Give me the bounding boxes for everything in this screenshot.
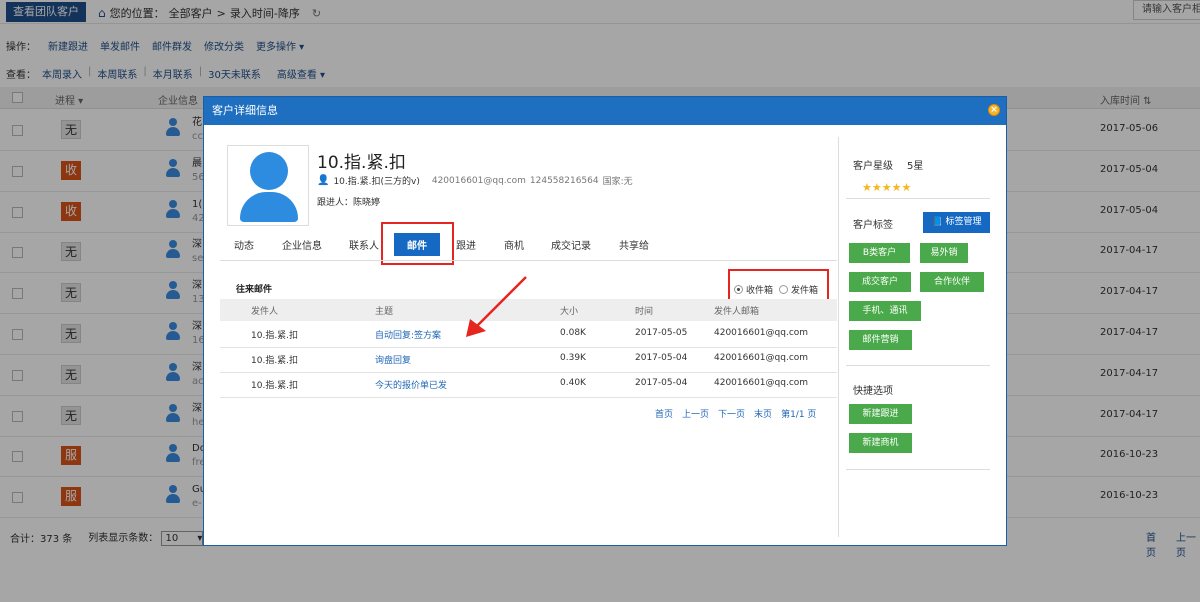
mail-time: 2017-05-04 xyxy=(635,378,688,388)
mail-size: 0.08K xyxy=(560,328,586,338)
inbox-label: 收件箱 xyxy=(746,286,774,296)
outbox-label: 发件箱 xyxy=(791,286,819,296)
side-divider-2 xyxy=(846,365,990,366)
mail-row[interactable]: 10.指.紧.扣 询盘回复 0.39K 2017-05-04 420016601@qq.… xyxy=(220,348,837,373)
tab-opportunity[interactable]: 商机 xyxy=(504,237,524,252)
tag-partner[interactable]: 合作伙伴 xyxy=(920,272,984,292)
tab-deals[interactable]: 成交记录 xyxy=(551,237,591,252)
mail-pager-first[interactable]: 首页 xyxy=(655,407,673,420)
contact-phone: 124558216564 xyxy=(529,175,599,186)
tag-manage-button[interactable]: 📘 标签管理 xyxy=(923,212,990,233)
outbox-radio[interactable]: 发件箱 xyxy=(779,283,818,296)
quick-new-followup-button[interactable]: 新建跟进 xyxy=(849,404,912,424)
mail-subject-link[interactable]: 自动回复:签方案 xyxy=(375,328,441,341)
mail-col-subject: 主题 xyxy=(375,307,394,317)
mail-col-from: 发件人邮箱 xyxy=(714,307,760,317)
modal-title: 客户详细信息 xyxy=(212,104,278,117)
mail-row[interactable]: 10.指.紧.扣 自动回复:签方案 0.08K 2017-05-05 420016601… xyxy=(220,323,837,348)
mail-subject-link[interactable]: 今天的报价单已发 xyxy=(375,378,447,391)
tag-mobile-telecom[interactable]: 手机、通讯 xyxy=(849,301,921,321)
mail-section-title: 往来邮件 xyxy=(236,285,273,295)
close-icon[interactable]: × xyxy=(988,104,1000,116)
quick-new-opportunity-button[interactable]: 新建商机 xyxy=(849,433,912,453)
radio-checked-icon xyxy=(734,285,743,294)
mail-pager-last[interactable]: 末页 xyxy=(754,407,772,420)
side-divider xyxy=(838,137,839,537)
mail-pager-prev[interactable]: 上一页 xyxy=(682,407,709,420)
mail-size: 0.40K xyxy=(560,378,586,388)
tab-contacts[interactable]: 联系人 xyxy=(349,237,379,252)
tab-activity[interactable]: 动态 xyxy=(234,237,254,252)
mail-pager: 首页 上一页 下一页 末页 第1/1 页 xyxy=(655,407,816,420)
mail-from: 420016601@qq.com xyxy=(714,378,809,388)
avatar xyxy=(227,145,309,226)
contact-name: 10.指.紧.扣(三方的v) xyxy=(333,177,420,187)
tab-company-info[interactable]: 企业信息 xyxy=(282,237,322,252)
contact-info: 👤 10.指.紧.扣(三方的v) 420016601@qq.com 124558… xyxy=(317,174,633,187)
tab-followup[interactable]: 跟进 xyxy=(456,237,476,252)
modal-title-bar: 客户详细信息 × xyxy=(204,97,1006,125)
mail-col-time: 时间 xyxy=(635,307,654,317)
tab-divider xyxy=(220,260,837,261)
customer-level-value: 5星 xyxy=(907,161,924,172)
mail-table-header: 发件人 主题 大小 时间 发件人邮箱 xyxy=(220,299,837,321)
owner-label: 跟进人：陈晓婷 xyxy=(317,198,381,208)
contact-email: 420016601@qq.com xyxy=(431,175,526,186)
tag-b-class[interactable]: B类客户 xyxy=(849,243,910,263)
mail-size: 0.39K xyxy=(560,353,586,363)
mail-from: 420016601@qq.com xyxy=(714,353,809,363)
mail-pager-next[interactable]: 下一页 xyxy=(718,407,745,420)
mail-from: 420016601@qq.com xyxy=(714,328,809,338)
mail-subject-link[interactable]: 询盘回复 xyxy=(375,353,411,366)
tag-mail-marketing[interactable]: 邮件营销 xyxy=(849,330,912,350)
tag-deal-customer[interactable]: 成交客户 xyxy=(849,272,911,292)
side-divider-1 xyxy=(846,198,990,199)
mail-row[interactable]: 10.指.紧.扣 今天的报价单已发 0.40K 2017-05-04 420016601… xyxy=(220,373,837,398)
customer-detail-modal: 客户详细信息 × 10.指.紧.扣 👤 10.指.紧.扣(三方的v) 42001… xyxy=(203,96,1007,546)
customer-tags-label: 客户标签 xyxy=(853,220,893,231)
mail-col-size: 大小 xyxy=(560,307,579,317)
user-icon: 👤 xyxy=(317,175,330,186)
detail-tabs: 动态 企业信息 联系人 邮件 跟进 商机 成交记录 共享给 xyxy=(204,230,829,258)
mail-col-sender: 发件人 xyxy=(251,307,279,317)
tab-share[interactable]: 共享给 xyxy=(619,237,649,252)
mail-sender: 10.指.紧.扣 xyxy=(251,356,299,366)
radio-unchecked-icon xyxy=(779,285,788,294)
star-rating: ★★★★★ xyxy=(862,181,912,194)
customer-level-label: 客户星级 xyxy=(853,161,893,172)
mail-time: 2017-05-04 xyxy=(635,353,688,363)
book-icon: 📘 xyxy=(931,217,943,227)
side-divider-3 xyxy=(846,469,990,470)
mail-sender: 10.指.紧.扣 xyxy=(251,381,299,391)
customer-name: 10.指.紧.扣 xyxy=(317,153,406,173)
quick-options-label: 快捷选项 xyxy=(853,386,893,397)
mail-tab-highlight xyxy=(381,222,454,265)
mail-sender: 10.指.紧.扣 xyxy=(251,331,299,341)
mail-time: 2017-05-05 xyxy=(635,328,688,338)
tag-easy-export[interactable]: 易外销 xyxy=(920,243,968,263)
contact-country: 国家:无 xyxy=(602,177,633,187)
mail-pager-info: 第1/1 页 xyxy=(781,410,817,420)
inbox-radio[interactable]: 收件箱 xyxy=(734,283,773,296)
